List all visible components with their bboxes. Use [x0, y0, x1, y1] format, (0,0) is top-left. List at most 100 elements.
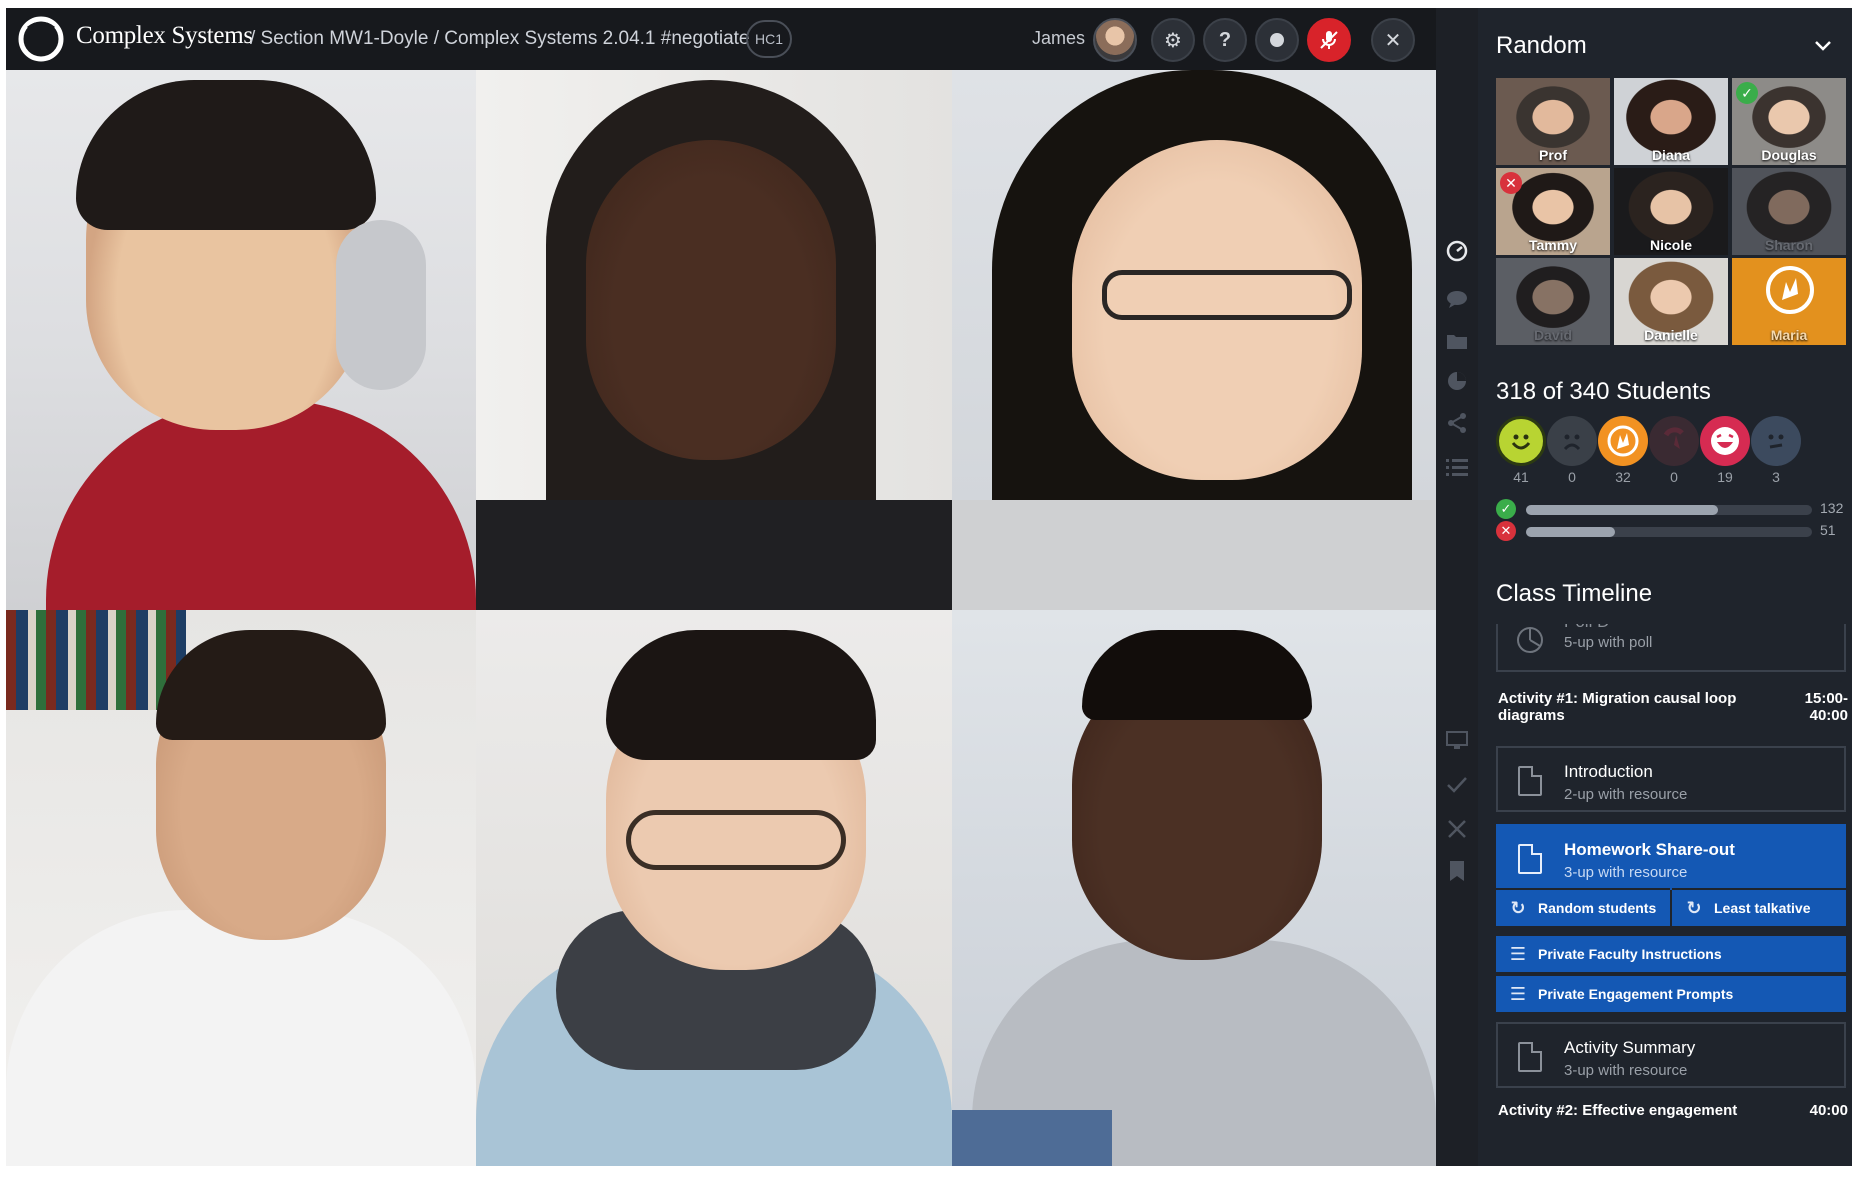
video-tile-4[interactable]	[6, 610, 476, 1166]
user-name: James	[1032, 28, 1086, 48]
top-bar: Complex Systems / Section MW1-Doyle / Co…	[6, 8, 1436, 70]
reaction-count: 0	[1670, 469, 1678, 485]
reaction-hand-raise[interactable]: 32	[1598, 416, 1648, 485]
video-tile-5[interactable]	[476, 610, 952, 1166]
breadcrumb[interactable]: / Section MW1-Doyle / Complex Systems 2.…	[250, 28, 750, 50]
check-icon[interactable]	[1446, 774, 1468, 796]
least-talkative-button[interactable]: ↻ Least talkative	[1672, 888, 1846, 926]
student-thumb-maria[interactable]: Maria	[1732, 258, 1846, 345]
button-label: Private Faculty Instructions	[1538, 946, 1722, 962]
monitor-icon[interactable]	[1446, 730, 1468, 752]
reaction-sad[interactable]: 0	[1547, 416, 1597, 485]
share-icon[interactable]	[1446, 412, 1468, 434]
poll-track	[1526, 527, 1812, 537]
timeline-item-activity-summary[interactable]: Activity Summary 3-up with resource	[1496, 1022, 1846, 1088]
participant-shirt	[476, 500, 952, 610]
faculty-instructions-button[interactable]: ☰ Private Faculty Instructions	[1496, 934, 1846, 972]
hand-down-icon	[1649, 416, 1699, 466]
list-icon[interactable]	[1446, 456, 1468, 478]
reaction-count: 41	[1513, 469, 1529, 485]
timeline-item-poll[interactable]: Poll D 5-up with poll	[1496, 624, 1846, 672]
student-thumb-nicole[interactable]: Nicole	[1614, 168, 1728, 255]
help-icon: ?	[1218, 28, 1232, 51]
student-name: Tammy	[1529, 237, 1577, 253]
timeline-item-subtitle: 5-up with poll	[1564, 634, 1653, 651]
student-thumb-prof[interactable]: Prof	[1496, 78, 1610, 165]
reaction-hand-down[interactable]: 0	[1649, 416, 1699, 485]
tool-rail	[1436, 8, 1478, 1166]
video-grid	[6, 70, 1436, 1166]
video-tile-2[interactable]	[476, 70, 952, 610]
leave-button[interactable]: ✕	[1371, 18, 1415, 62]
timeline-item-subtitle: 2-up with resource	[1564, 786, 1688, 803]
video-tile-3[interactable]	[952, 70, 1436, 610]
confused-icon	[1751, 416, 1801, 466]
panel-title: Random	[1496, 32, 1587, 59]
student-name: Danielle	[1644, 327, 1698, 343]
app-window: Complex Systems / Section MW1-Doyle / Co…	[6, 8, 1852, 1166]
poll-bar-no: ✕ 51	[1496, 520, 1848, 542]
help-button[interactable]: ?	[1203, 18, 1247, 62]
reaction-count: 19	[1717, 469, 1733, 485]
participant-hair	[76, 80, 376, 230]
student-name: Diana	[1651, 147, 1691, 163]
gauge-icon[interactable]	[1446, 240, 1468, 262]
class-timeline: Poll D 5-up with poll Activity #1: Migra…	[1496, 624, 1848, 1166]
engagement-prompts-button[interactable]: ☰ Private Engagement Prompts	[1496, 974, 1846, 1012]
timeline-item-title: Homework Share-out	[1564, 840, 1735, 859]
students-count: 318 of 340 Students	[1496, 378, 1711, 405]
timeline-item-title: Activity Summary	[1564, 1038, 1696, 1057]
reaction-laugh[interactable]: 19	[1700, 416, 1750, 485]
logo-icon	[18, 16, 64, 62]
pie-chart-icon[interactable]	[1446, 370, 1468, 392]
participant-shirt	[952, 500, 1436, 610]
participant-shirt	[6, 910, 476, 1166]
student-name: Prof	[1539, 147, 1567, 163]
participant-head	[586, 140, 836, 460]
button-label: Least talkative	[1714, 900, 1811, 916]
mute-button[interactable]	[1307, 18, 1351, 62]
folder-icon[interactable]	[1446, 330, 1468, 352]
poll-value: 51	[1820, 522, 1836, 538]
close-icon[interactable]	[1446, 818, 1468, 840]
activity-time: 40:00	[1809, 1102, 1848, 1119]
reaction-count: 3	[1772, 469, 1780, 485]
student-name: Nicole	[1649, 237, 1692, 253]
student-thumb-diana[interactable]: Diana	[1614, 78, 1728, 165]
participant-hair	[606, 630, 876, 760]
poll-bar-yes: ✓ 132	[1496, 498, 1848, 520]
gear-icon: ⚙	[1164, 29, 1182, 52]
chevron-down-icon[interactable]	[1814, 36, 1832, 54]
settings-button[interactable]: ⚙	[1151, 18, 1195, 62]
x-icon: ✕	[1496, 521, 1516, 541]
list-icon: ☰	[1509, 943, 1527, 964]
student-thumb-sharon[interactable]: Sharon	[1732, 168, 1846, 255]
student-thumb-david[interactable]: David	[1496, 258, 1610, 345]
bookmark-icon[interactable]	[1446, 860, 1468, 882]
headphones	[336, 220, 426, 390]
check-icon: ✓	[1496, 499, 1516, 519]
video-tile-1[interactable]	[6, 70, 476, 610]
reaction-smile[interactable]: 41	[1496, 416, 1546, 485]
video-tile-6[interactable]	[952, 610, 1436, 1166]
student-name: Maria	[1770, 327, 1808, 343]
button-label: Private Engagement Prompts	[1538, 986, 1734, 1002]
timeline-item-introduction[interactable]: Introduction 2-up with resource	[1496, 746, 1846, 812]
course-badge[interactable]: HC1	[746, 20, 792, 58]
glasses	[1102, 270, 1352, 320]
student-thumb-douglas[interactable]: ✓ Douglas	[1732, 78, 1846, 165]
document-icon	[1518, 766, 1542, 796]
poll-fill	[1526, 505, 1718, 515]
student-thumb-danielle[interactable]: Danielle	[1614, 258, 1728, 345]
poll-value: 132	[1820, 500, 1844, 516]
timeline-title: Class Timeline	[1496, 580, 1653, 607]
chat-icon[interactable]	[1446, 288, 1468, 310]
close-icon: ✕	[1384, 29, 1402, 52]
user-avatar[interactable]	[1093, 18, 1137, 62]
record-button[interactable]	[1255, 18, 1299, 62]
random-students-button[interactable]: ↻ Random students	[1496, 888, 1670, 926]
button-label: Random students	[1538, 900, 1657, 916]
timeline-item-homework[interactable]: Homework Share-out 3-up with resource	[1496, 824, 1846, 890]
reaction-confused[interactable]: 3	[1751, 416, 1801, 485]
student-thumb-tammy[interactable]: ✕ Tammy	[1496, 168, 1610, 255]
